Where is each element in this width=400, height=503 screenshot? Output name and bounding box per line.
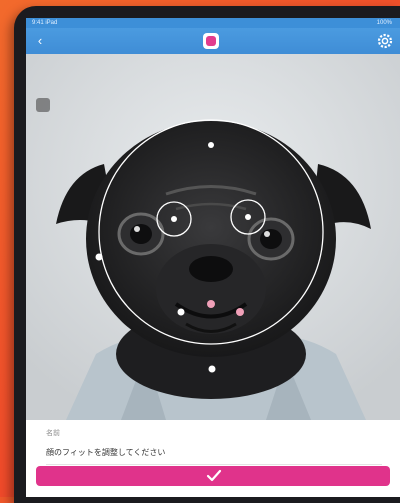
nav-bar: ‹: [26, 28, 400, 54]
pug-image: [26, 54, 400, 420]
app-logo-icon: [203, 33, 219, 49]
pug-photo[interactable]: [26, 54, 400, 420]
app-screen: 9:41 iPad 100% ‹ 名前 顔のフィットを調整してください: [26, 18, 400, 497]
gear-icon[interactable]: [376, 32, 394, 50]
photo-tool-icon[interactable]: [36, 98, 50, 112]
field-label: 名前: [46, 430, 60, 437]
status-left: 9:41 iPad: [32, 20, 58, 26]
checkmark-icon: [206, 469, 222, 482]
name-field[interactable]: 顔のフィットを調整してください: [46, 442, 382, 465]
back-arrow-icon[interactable]: ‹: [32, 33, 48, 49]
input-panel: 名前 顔のフィットを調整してください: [26, 420, 400, 497]
status-bar: 9:41 iPad 100%: [26, 18, 400, 28]
confirm-button[interactable]: [36, 466, 390, 486]
status-right: 100%: [376, 20, 392, 26]
